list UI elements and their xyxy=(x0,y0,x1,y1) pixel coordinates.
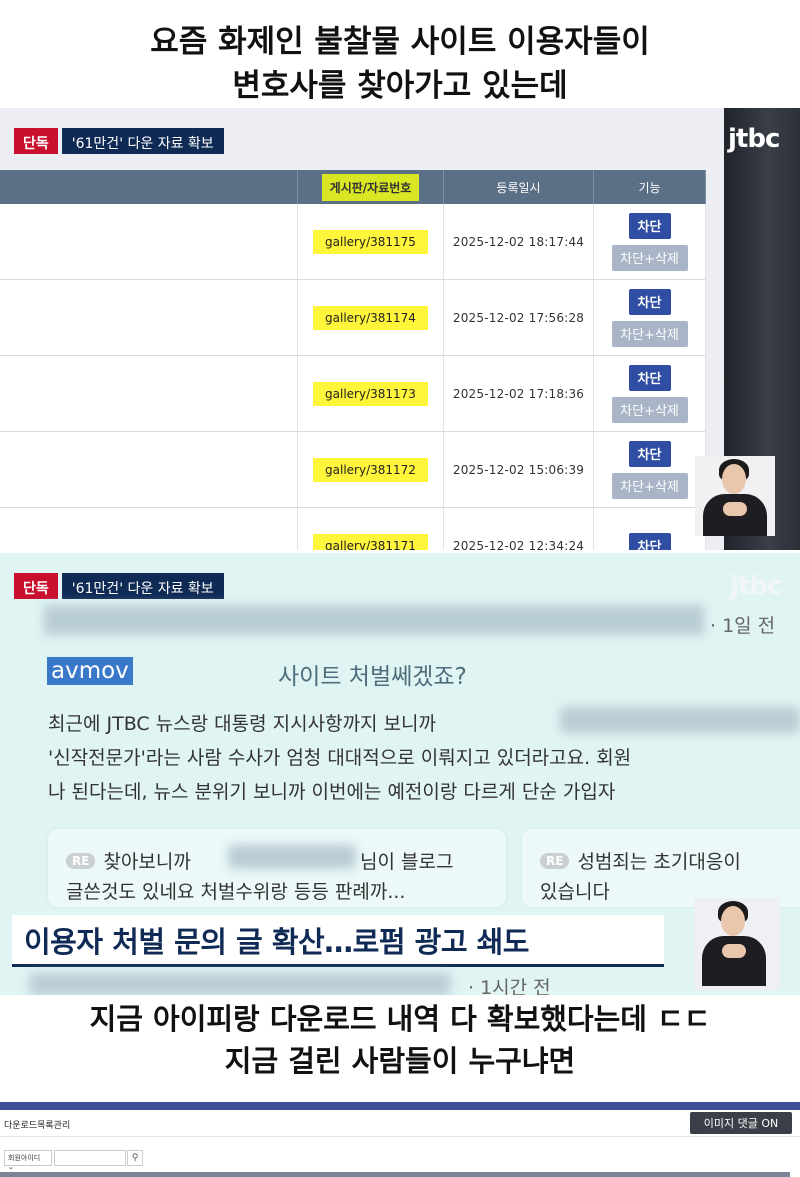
blurred-author xyxy=(30,973,450,995)
table-header xyxy=(0,1172,790,1177)
table-row: gallery/381172 2025-12-02 15:06:39 차단 차단… xyxy=(0,432,706,508)
post-time: · 1시간 전 xyxy=(468,977,551,995)
news-capture-forum-post: 단독 '61만건' 다운 자료 확보 jtbc · 1일 전 avmov 사이트… xyxy=(0,553,800,995)
header-function: 기능 xyxy=(594,170,706,204)
reply-text-post: 님이 블로그 xyxy=(360,851,454,873)
post-date: 2025-12-02 12:34:24 xyxy=(452,538,585,551)
exclusive-badge: 단독 xyxy=(14,573,58,599)
search-field-select[interactable]: 회원아이디 ⌄ xyxy=(4,1150,52,1171)
header-board: 게시판/자료번호 xyxy=(298,170,444,204)
table-header: 게시판/자료번호 등록일시 기능 xyxy=(0,170,706,204)
post-date: 2025-12-02 18:17:44 xyxy=(452,234,585,249)
post-title-highlight[interactable]: avmov xyxy=(47,657,133,685)
block-delete-button[interactable]: 차단+삭제 xyxy=(611,320,688,347)
table-row: gallery/381174 2025-12-02 17:56:28 차단 차단… xyxy=(0,280,706,356)
top-caption-line1: 요즘 화제인 불찰물 사이트 이용자들이 xyxy=(150,24,650,60)
sign-language-interpreter xyxy=(694,898,780,990)
reply-tag: RE xyxy=(540,853,570,869)
middle-caption-line2: 지금 걸린 사람들이 누구냐면 xyxy=(224,1044,576,1078)
post-time: · 1일 전 xyxy=(710,615,776,637)
post-title-rest[interactable]: 사이트 처벌쎄겠죠? xyxy=(278,657,467,691)
headline-badge: '61만건' 다운 자료 확보 xyxy=(61,573,224,599)
reply-text-pre: 찾아보니까 xyxy=(103,851,191,873)
middle-caption-line1: 지금 아이피랑 다운로드 내역 다 확보했다는데 ㄷㄷ xyxy=(89,1002,711,1036)
news-capture-admin-table: 단독 '61만건' 다운 자료 확보 게시판/자료번호 등록일시 기능 gall… xyxy=(0,108,800,550)
block-button[interactable]: 차단 xyxy=(628,364,671,391)
table-row: gallery/381175 2025-12-02 18:17:44 차단 차단… xyxy=(0,204,706,280)
middle-caption: 지금 아이피랑 다운로드 내역 다 확보했다는데 ㄷㄷ 지금 걸린 사람들이 누… xyxy=(0,998,800,1082)
blurred-author xyxy=(44,605,704,635)
reply-card[interactable]: RE 찾아보니까 님이 블로그 글쓴것도 있네요 처벌수위랑 등등 판례까... xyxy=(48,829,506,907)
reply-card[interactable]: RE 성범죄는 초기대응이 있습니다 xyxy=(522,829,800,907)
header-blank xyxy=(0,170,298,204)
news-lower-third: 이용자 처벌 문의 글 확산…로펌 광고 쇄도 xyxy=(12,915,664,967)
exclusive-badge: 단독 xyxy=(14,128,58,154)
news-badges: 단독 '61만건' 다운 자료 확보 xyxy=(14,128,224,154)
reply-text-line1: 성범죄는 초기대응이 xyxy=(577,851,741,873)
top-caption-line2: 변호사를 찾아가고 있는데 xyxy=(232,68,568,104)
page-title: 다운로드목록관리 xyxy=(4,1121,71,1131)
post-date: 2025-12-02 17:18:36 xyxy=(452,386,585,401)
admin-top-bar xyxy=(0,1102,800,1110)
reply-tag: RE xyxy=(66,853,96,869)
block-delete-button[interactable]: 차단+삭제 xyxy=(611,396,688,423)
table-row: gallery/381171 2025-12-02 12:34:24 차단 xyxy=(0,508,706,550)
upload-table: 게시판/자료번호 등록일시 기능 gallery/381175 2025-12-… xyxy=(0,170,706,550)
blurred-username xyxy=(228,845,356,869)
board-id[interactable]: gallery/381175 xyxy=(313,229,428,254)
post-body-line2: '신작전문가'라는 사람 수사가 엄청 대대적으로 이뤄지고 있더라고요. 회원 xyxy=(48,747,632,769)
search-input[interactable] xyxy=(54,1150,126,1166)
reply-text-line2: 글쓴것도 있네요 처벌수위랑 등등 판례까... xyxy=(66,881,406,903)
download-admin-capture: 다운로드목록관리 이미지 댓글 ON 회원아이디 ⌄ ⚲ xyxy=(0,1102,800,1177)
post-date: 2025-12-02 15:06:39 xyxy=(452,462,585,477)
board-id[interactable]: gallery/381171 xyxy=(313,533,428,550)
jtbc-logo: jtbc xyxy=(730,571,782,601)
divider xyxy=(0,1136,800,1137)
board-id[interactable]: gallery/381172 xyxy=(313,457,428,482)
magnifier-icon[interactable]: ⚲ xyxy=(127,1150,143,1166)
header-date: 등록일시 xyxy=(444,170,594,204)
board-id[interactable]: gallery/381173 xyxy=(313,381,428,406)
lower-third-text: 이용자 처벌 문의 글 확산…로펌 광고 쇄도 xyxy=(24,924,529,959)
reply-text-line2: 있습니다 xyxy=(540,881,610,903)
block-button[interactable]: 차단 xyxy=(628,440,671,467)
block-button[interactable]: 차단 xyxy=(628,212,671,239)
jtbc-logo: jtbc xyxy=(728,124,780,154)
board-id[interactable]: gallery/381174 xyxy=(313,305,428,330)
post-date: 2025-12-02 17:56:28 xyxy=(452,310,585,325)
headline-badge: '61만건' 다운 자료 확보 xyxy=(61,128,224,154)
block-button[interactable]: 차단 xyxy=(628,288,671,315)
image-comment-button[interactable]: 이미지 댓글 ON xyxy=(690,1112,792,1134)
block-delete-button[interactable]: 차단+삭제 xyxy=(611,472,688,499)
news-badges: 단독 '61만건' 다운 자료 확보 xyxy=(14,573,224,599)
top-caption: 요즘 화제인 불찰물 사이트 이용자들이 변호사를 찾아가고 있는데 xyxy=(0,20,800,108)
table-row: gallery/381173 2025-12-02 17:18:36 차단 차단… xyxy=(0,356,706,432)
sign-language-interpreter xyxy=(695,456,775,536)
post-body-line3: 나 된다는데, 뉴스 분위기 보니까 이번에는 예전이랑 다르게 단순 가입자 xyxy=(48,781,616,803)
post-body-line1: 최근에 JTBC 뉴스랑 대통령 지시사항까지 보니까 xyxy=(48,713,437,735)
block-delete-button[interactable]: 차단+삭제 xyxy=(611,244,688,271)
blurred-text xyxy=(560,707,800,733)
block-button[interactable]: 차단 xyxy=(628,532,671,550)
